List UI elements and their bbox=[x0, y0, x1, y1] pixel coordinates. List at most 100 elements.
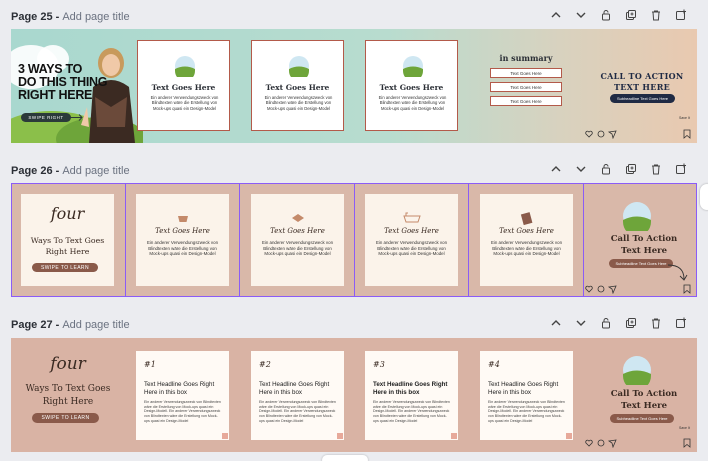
card-body: Ein anderer Verwendungszweck von Blindte… bbox=[259, 400, 336, 423]
bathtub-icon bbox=[403, 212, 421, 223]
slide-divider bbox=[468, 183, 469, 297]
card-body: Ein anderer Verwendungszweck von Blindte… bbox=[261, 240, 334, 257]
intro-line-2: Right Here bbox=[45, 247, 90, 256]
cta-line-1: Call To Action bbox=[610, 389, 678, 399]
page-toolbar bbox=[550, 9, 687, 21]
intro-script: four bbox=[50, 354, 86, 374]
page-27-canvas[interactable]: four Ways To Text Goes Right Here SWIPE … bbox=[11, 338, 697, 452]
lock-icon[interactable] bbox=[600, 9, 612, 21]
card-headline: Text Headline Goes Right Here in this bo… bbox=[259, 381, 330, 396]
save-it-label: Save It bbox=[679, 426, 690, 430]
lock-icon[interactable] bbox=[600, 163, 612, 175]
add-page-title[interactable]: Add page title bbox=[62, 11, 129, 23]
side-scroll-handle[interactable] bbox=[700, 184, 708, 210]
save-it-label: Save It bbox=[679, 116, 690, 120]
landscape-icon bbox=[623, 202, 651, 231]
swipe-to-learn-button: SWIPE TO LEARN bbox=[32, 413, 99, 423]
content-card-2[interactable]: Text Goes Here Ein anderer Verwendungszw… bbox=[251, 194, 344, 286]
trash-icon[interactable] bbox=[650, 9, 662, 21]
hero-headline: 3 WAYS TO DO THIS THING RIGHT HERE bbox=[18, 63, 107, 102]
card-script-title: Text Goes Here bbox=[499, 227, 554, 235]
candle-icon bbox=[178, 216, 188, 222]
cta-headline: CALL TO ACTION TEXT HERE bbox=[594, 71, 690, 93]
card-body: Ein anderer Verwendungszweck von Blindte… bbox=[144, 400, 221, 423]
card-number: #2 bbox=[259, 360, 271, 369]
page-toolbar bbox=[550, 317, 687, 329]
trash-icon[interactable] bbox=[650, 163, 662, 175]
slide-divider bbox=[354, 183, 355, 297]
chevron-up-icon[interactable] bbox=[550, 317, 562, 329]
page-27-header: Page 27 - Add page title bbox=[11, 317, 701, 333]
cta-subheadline-button: Subheadline Text Goes Here bbox=[610, 94, 675, 103]
comment-icon bbox=[597, 130, 605, 138]
content-card-4[interactable]: Text Goes Here Ein anderer Verwendungszw… bbox=[480, 194, 573, 286]
card-body: Ein anderer Verwendungszweck von Blindte… bbox=[146, 240, 219, 257]
bottom-scroll-handle[interactable] bbox=[322, 455, 368, 461]
landscape-icon bbox=[623, 356, 651, 385]
landscape-icon bbox=[175, 56, 195, 77]
arrow-right-icon bbox=[70, 114, 83, 121]
page-number: Page 26 - bbox=[11, 165, 60, 177]
content-card-1[interactable]: Text Goes Here Ein anderer Verwendungszw… bbox=[136, 194, 229, 286]
cta-subheadline-button: Subheadline Text Goes Here bbox=[609, 259, 673, 268]
card-number: #4 bbox=[488, 360, 500, 369]
bookmark-icon bbox=[683, 438, 691, 448]
cta-line-1: Call To Action bbox=[610, 234, 678, 244]
trash-icon[interactable] bbox=[650, 317, 662, 329]
add-page-title[interactable]: Add page title bbox=[62, 319, 129, 331]
duplicate-icon[interactable] bbox=[625, 317, 637, 329]
content-card-1[interactable]: Text Goes Here Ein anderer Verwendungszw… bbox=[137, 40, 230, 131]
card-number: #1 bbox=[144, 360, 156, 369]
cta-line-2: Text Here bbox=[620, 401, 668, 411]
content-card-2[interactable]: #2 Text Headline Goes Right Here in this… bbox=[251, 351, 344, 440]
content-card-3[interactable]: Text Goes Here Ein anderer Verwendungszw… bbox=[365, 194, 458, 286]
card-body: Ein anderer Verwendungszweck von Blindte… bbox=[375, 240, 448, 257]
intro-script: four bbox=[50, 204, 85, 223]
cta-line-2: TEXT HERE bbox=[613, 82, 671, 92]
intro-line-1: Ways To Text Goes bbox=[25, 384, 111, 394]
card-title: Text Goes Here bbox=[265, 83, 330, 92]
add-page-icon[interactable] bbox=[675, 163, 687, 175]
content-card-3[interactable]: #3 Text Headline Goes Right Here in this… bbox=[365, 351, 458, 440]
chevron-up-icon[interactable] bbox=[550, 9, 562, 21]
card-body: Ein anderer Verwendungszweck von Blindte… bbox=[373, 400, 450, 423]
card-body: Ein anderer Verwendungszweck von Blindte… bbox=[150, 95, 219, 111]
intro-headline: Ways To Text Goes Right Here bbox=[21, 235, 114, 257]
content-card-1[interactable]: #1 Text Headline Goes Right Here in this… bbox=[136, 351, 229, 440]
duplicate-icon[interactable] bbox=[625, 9, 637, 21]
page-25-header: Page 25 - Add page title bbox=[11, 9, 701, 25]
add-page-icon[interactable] bbox=[675, 9, 687, 21]
content-card-2[interactable]: Text Goes Here Ein anderer Verwendungszw… bbox=[251, 40, 344, 131]
intro-card[interactable]: four Ways To Text Goes Right Here SWIPE … bbox=[21, 194, 114, 286]
content-card-4[interactable]: #4 Text Headline Goes Right Here in this… bbox=[480, 351, 573, 440]
card-body: Ein anderer Verwendungszweck von Blindte… bbox=[488, 400, 565, 423]
chevron-down-icon[interactable] bbox=[575, 163, 587, 175]
card-headline: Text Headline Goes Right Here in this bo… bbox=[144, 381, 215, 396]
card-title: Text Goes Here bbox=[379, 83, 444, 92]
page-25-canvas[interactable]: 3 WAYS TO DO THIS THING RIGHT HERE SWIPE… bbox=[11, 29, 697, 143]
corner-accent bbox=[566, 433, 572, 439]
page-26-canvas[interactable]: four Ways To Text Goes Right Here SWIPE … bbox=[11, 183, 697, 297]
social-icons bbox=[585, 285, 617, 294]
chevron-up-icon[interactable] bbox=[550, 163, 562, 175]
hero-line-3: RIGHT HERE bbox=[18, 88, 93, 102]
chevron-down-icon[interactable] bbox=[575, 9, 587, 21]
content-card-3[interactable]: Text Goes Here Ein anderer Verwendungszw… bbox=[365, 40, 458, 131]
landscape-icon bbox=[289, 56, 309, 77]
chevron-down-icon[interactable] bbox=[575, 317, 587, 329]
card-body: Ein anderer Verwendungszweck von Blindte… bbox=[490, 240, 563, 257]
add-page-icon[interactable] bbox=[675, 317, 687, 329]
summary-item-1: Text Goes Here bbox=[490, 68, 562, 78]
page-number: Page 27 - bbox=[11, 319, 60, 331]
card-body: Ein anderer Verwendungszweck von Blindte… bbox=[264, 95, 333, 111]
duplicate-icon[interactable] bbox=[625, 163, 637, 175]
add-page-title[interactable]: Add page title bbox=[62, 165, 129, 177]
card-script-title: Text Goes Here bbox=[270, 227, 325, 235]
card-script-title: Text Goes Here bbox=[155, 227, 210, 235]
send-icon bbox=[607, 130, 617, 139]
page-26-header: Page 26 - Add page title bbox=[11, 163, 701, 179]
social-icons bbox=[585, 130, 617, 139]
card-number: #3 bbox=[373, 360, 385, 369]
lock-icon[interactable] bbox=[600, 317, 612, 329]
intro-line-2: Right Here bbox=[42, 397, 94, 407]
